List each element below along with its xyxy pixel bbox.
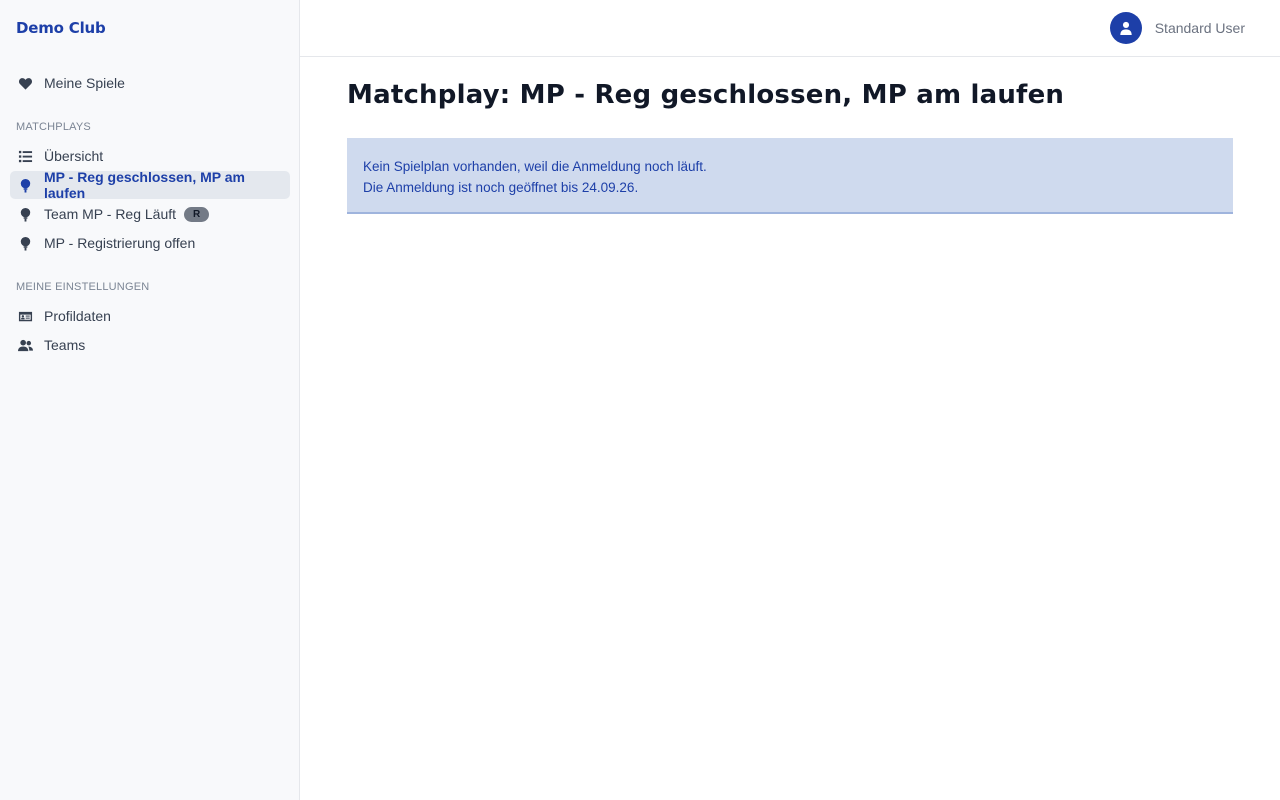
user-icon [1109,12,1142,44]
alert-line: Kein Spielplan vorhanden, weil die Anmel… [363,159,707,174]
sidebar-item-label: Profildaten [44,308,111,324]
sidebar-item-profile[interactable]: Profildaten [10,302,290,330]
sidebar-item-mp-reg-open[interactable]: MP - Registrierung offen [10,229,290,257]
sidebar-item-my-games[interactable]: Meine Spiele [10,69,290,97]
sidebar-item-label: MP - Registrierung offen [44,235,196,251]
sidebar-item-label: Meine Spiele [44,75,125,91]
info-alert: Kein Spielplan vorhanden, weil die Anmel… [347,138,1233,214]
top-bar: Standard User [300,0,1280,57]
alert-line: Die Anmeldung ist noch geöffnet bis 24.0… [363,180,639,195]
golf-ball-icon [16,234,34,252]
list-icon [16,147,34,165]
brand-logo-link[interactable]: Demo Club [16,19,106,37]
sidebar-item-teams[interactable]: Teams [10,331,290,359]
id-card-icon [16,307,34,325]
sidebar-item-label: MP - Reg geschlossen, MP am laufen [44,169,245,201]
golf-ball-icon [16,176,34,194]
sidebar-item-label: Teams [44,337,86,353]
page-title: Matchplay: MP - Reg geschlossen, MP am l… [347,80,1065,110]
sidebar-item-overview[interactable]: Übersicht [10,142,290,170]
golf-ball-icon [16,205,34,223]
user-menu[interactable]: Standard User [1109,12,1245,44]
status-badge: R [184,206,210,222]
heart-icon [16,74,34,92]
users-icon [16,336,34,354]
section-heading-matchplays: MATCHPLAYS [16,121,91,133]
sidebar: Demo Club Meine Spiele MATCHPLAYS Übersi… [0,0,300,800]
sidebar-item-mp-reg-closed[interactable]: MP - Reg geschlossen, MP am laufen [10,169,290,201]
user-name: Standard User [1154,20,1245,36]
sidebar-item-label: Übersicht [44,148,104,164]
sidebar-item-team-mp-reg[interactable]: Team MP - Reg Läuft R [10,200,290,228]
sidebar-item-label: Team MP - Reg Läuft [44,206,177,222]
section-heading-settings: MEINE EINSTELLUNGEN [16,281,150,293]
